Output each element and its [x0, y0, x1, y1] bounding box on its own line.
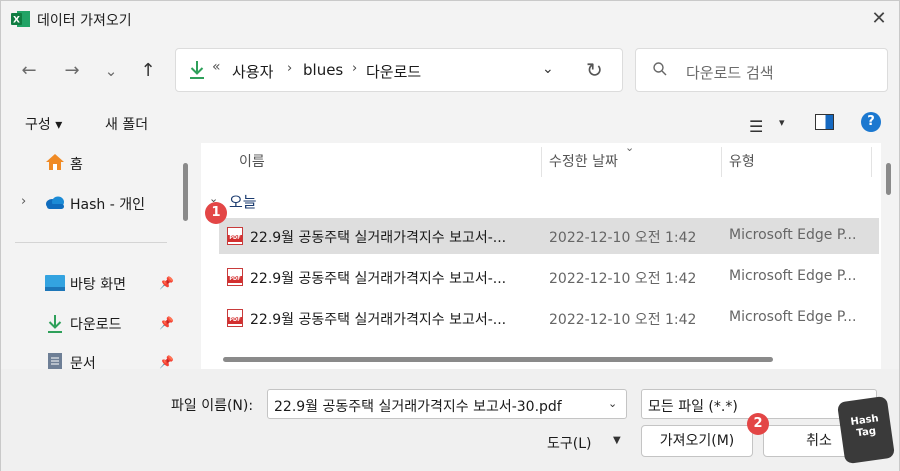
sidebar-item-desktop[interactable]: 바탕 화면 [70, 274, 126, 294]
filename-label: 파일 이름(N): [171, 398, 254, 414]
desktop-icon [45, 275, 65, 291]
filename-dropdown-icon[interactable]: ⌄ [608, 397, 617, 410]
help-icon[interactable]: ? [861, 112, 881, 132]
new-folder-button[interactable]: 새 폴더 [105, 114, 148, 134]
breadcrumb-separator-icon[interactable]: › [352, 61, 357, 76]
sidebar-scrollbar[interactable] [183, 163, 188, 221]
pin-icon[interactable]: 📌 [159, 316, 174, 330]
home-icon [46, 154, 64, 170]
search-box[interactable]: 다운로드 검색 [635, 48, 888, 92]
tools-menu-button[interactable]: 도구(L) [547, 433, 591, 453]
view-options-icon[interactable]: ☰ [749, 117, 763, 136]
preview-pane-icon[interactable] [815, 114, 834, 130]
file-date: 2022-12-10 오전 1:42 [549, 312, 697, 328]
address-history-dropdown-icon[interactable]: ⌄ [542, 61, 554, 77]
file-name: 22.9월 공동주택 실거래가격지수 보고서-... [250, 271, 507, 287]
back-icon[interactable]: ← [17, 59, 41, 83]
onedrive-icon [46, 196, 64, 209]
step-badge-2: 2 [747, 413, 769, 435]
sidebar-item-documents[interactable]: 문서 [70, 353, 96, 369]
address-bar[interactable]: « 사용자 › blues › 다운로드 ⌄ ↻ [175, 48, 623, 92]
recent-locations-icon[interactable]: ⌄ [99, 59, 123, 83]
window-title: 데이터 가져오기 [37, 13, 132, 29]
import-button[interactable]: 가져오기(M) [641, 425, 753, 457]
filename-value[interactable]: 22.9월 공동주택 실거래가격지수 보고서-30.pdf [274, 396, 562, 416]
download-icon [190, 61, 204, 79]
breadcrumb-separator-icon[interactable]: › [287, 61, 292, 76]
file-date: 2022-12-10 오전 1:42 [549, 271, 697, 287]
navigation-pane [1, 143, 191, 369]
sidebar-divider [15, 242, 167, 243]
table-row[interactable]: PDF 22.9월 공동주택 실거래가격지수 보고서-... 2022-12-1… [219, 218, 879, 254]
view-dropdown-icon[interactable]: ▾ [779, 116, 785, 129]
search-input[interactable]: 다운로드 검색 [686, 62, 774, 83]
table-row[interactable]: PDF 22.9월 공동주택 실거래가격지수 보고서-... 2022-12-1… [219, 259, 879, 295]
breadcrumb-users[interactable]: 사용자 [232, 61, 273, 82]
filename-input[interactable]: 22.9월 공동주택 실거래가격지수 보고서-30.pdf ⌄ [267, 389, 627, 419]
title-bar [1, 1, 899, 38]
breadcrumb-downloads[interactable]: 다운로드 [366, 61, 421, 82]
close-icon[interactable]: ✕ [867, 7, 891, 31]
group-header-today[interactable]: 오늘 [229, 191, 257, 212]
column-header-modified[interactable]: 수정한 날짜 [549, 151, 618, 171]
pin-icon[interactable]: 📌 [159, 355, 174, 369]
breadcrumb-overflow-icon[interactable]: « [212, 59, 221, 75]
file-date: 2022-12-10 오전 1:42 [549, 230, 697, 246]
column-divider[interactable] [541, 147, 542, 177]
pin-icon[interactable]: 📌 [159, 276, 174, 290]
refresh-icon[interactable]: ↻ [586, 58, 603, 82]
vertical-scrollbar[interactable] [886, 163, 891, 195]
column-header-type[interactable]: 유형 [729, 151, 755, 171]
file-type: Microsoft Edge P... [729, 227, 857, 243]
breadcrumb-blues[interactable]: blues [303, 61, 343, 79]
sidebar-item-hash-personal[interactable]: Hash - 개인 [70, 194, 145, 214]
tools-dropdown-icon[interactable]: ▼ [613, 435, 621, 446]
hashtag-watermark-logo: Hash Tag [836, 395, 896, 465]
forward-icon[interactable]: → [60, 59, 84, 83]
step-badge-1: 1 [205, 202, 227, 224]
sidebar-item-downloads[interactable]: 다운로드 [70, 314, 122, 334]
expand-chevron-icon[interactable]: › [21, 194, 26, 209]
pdf-file-icon: PDF [227, 227, 243, 245]
column-divider[interactable] [721, 147, 722, 177]
file-type: Microsoft Edge P... [729, 268, 857, 284]
column-divider[interactable] [871, 147, 872, 177]
svg-text:X: X [13, 16, 20, 26]
up-icon[interactable]: ↑ [136, 59, 160, 83]
horizontal-scrollbar[interactable] [223, 357, 773, 362]
file-type: Microsoft Edge P... [729, 309, 857, 325]
filetype-value[interactable]: 모든 파일 (*.*) [648, 396, 738, 416]
table-row[interactable]: PDF 22.9월 공동주택 실거래가격지수 보고서-... 2022-12-1… [219, 300, 879, 336]
data-import-dialog: X 데이터 가져오기 ✕ ← → ⌄ ↑ « 사용자 › blues › 다운로… [0, 0, 900, 471]
pdf-file-icon: PDF [227, 268, 243, 286]
documents-icon [48, 353, 62, 369]
sidebar-item-home[interactable]: 홈 [70, 154, 83, 174]
excel-icon: X [11, 11, 30, 27]
column-header-name[interactable]: 이름 [239, 151, 265, 171]
organize-menu-button[interactable]: 구성 ▾ [25, 114, 62, 134]
sort-indicator-icon: ⌄ [625, 141, 635, 154]
file-name: 22.9월 공동주택 실거래가격지수 보고서-... [250, 312, 507, 328]
file-name: 22.9월 공동주택 실거래가격지수 보고서-... [250, 230, 507, 246]
download-icon [48, 315, 62, 333]
pdf-file-icon: PDF [227, 309, 243, 327]
search-icon [653, 62, 667, 76]
